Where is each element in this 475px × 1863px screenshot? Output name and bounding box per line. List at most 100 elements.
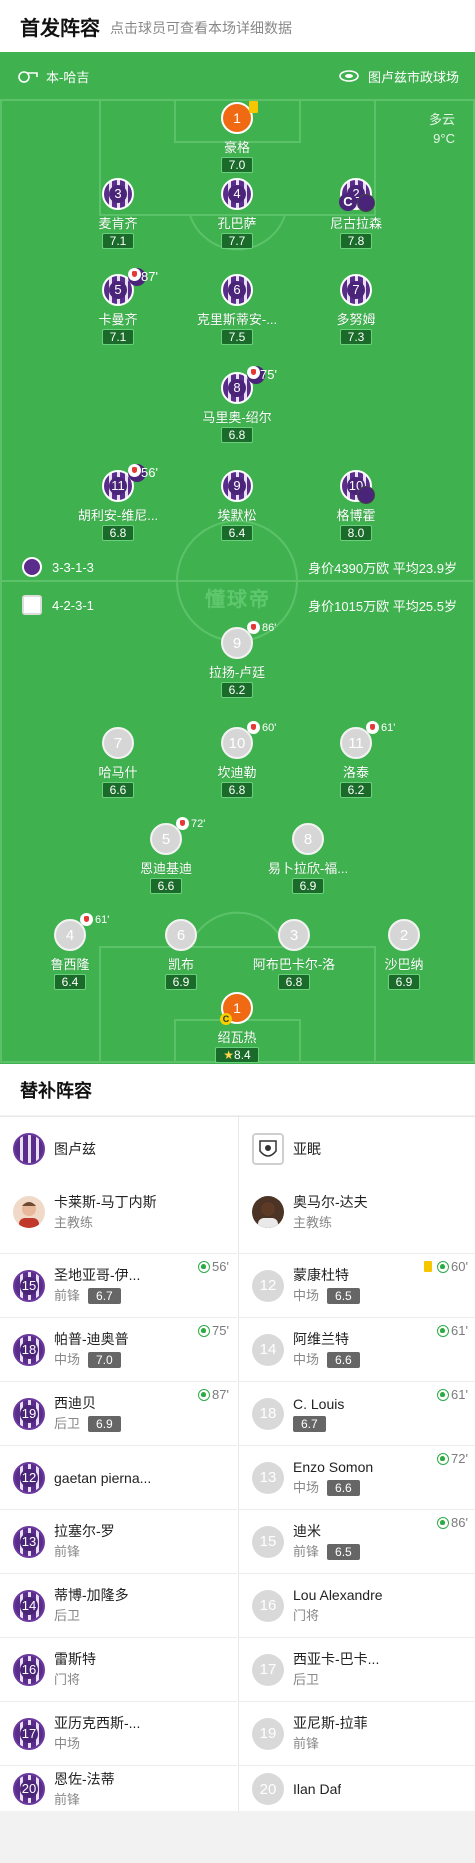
- player-name: 恩佐-法蒂: [54, 1770, 115, 1787]
- temperature: 9°C: [433, 131, 455, 146]
- player-home-mid[interactable]: 5 87' 卡曼齐 7.1: [53, 268, 183, 346]
- player-rating: 6.9: [291, 878, 325, 894]
- coach-label: 本-哈吉: [46, 69, 90, 85]
- player-home-fw[interactable]: 11 56' 胡利安-维尼... 6.8: [53, 464, 183, 542]
- player-shirt: 4 61': [54, 913, 109, 951]
- lineup-header: 首发阵容 点击球员可查看本场详细数据: [0, 0, 475, 52]
- player-away-dm[interactable]: 8 易卜拉欣-福... 6.9: [243, 823, 373, 895]
- coach-name: 卡莱斯-马丁内斯: [54, 1193, 157, 1210]
- player-shirt: 11 61': [340, 721, 395, 759]
- player-away-fw[interactable]: 9 86' 拉扬-卢廷 6.2: [172, 621, 302, 699]
- coach-name: 奥马尔-达夫: [293, 1193, 368, 1210]
- player-shirt: 13: [13, 1525, 45, 1558]
- bench-title: 替补阵容: [0, 1064, 475, 1115]
- player-shirt: 17: [13, 1717, 45, 1750]
- player-home-am[interactable]: 8 75' 马里奥-绍尔 6.8: [172, 366, 302, 444]
- player-home-fw[interactable]: 9 埃默松 6.4: [172, 470, 302, 542]
- player-name: 恩迪基迪: [139, 861, 192, 876]
- player-home-mid[interactable]: 6 克里斯蒂安-... 7.5: [172, 274, 302, 346]
- player-home-gk[interactable]: 1 豪格 7.0: [172, 101, 302, 174]
- player-rating: 7.1: [101, 233, 135, 249]
- player-name: Enzo Somon: [293, 1459, 374, 1475]
- bench-player-row[interactable]: 18 C. Louis 6.7 61': [239, 1382, 475, 1445]
- player-position: 后卫: [293, 1672, 320, 1687]
- bench-player-row[interactable]: 16 雷斯特 门将: [0, 1638, 237, 1701]
- player-home-def[interactable]: 3 麦肯齐 7.1: [53, 178, 183, 250]
- player-name: 蒂博-加隆多: [54, 1587, 129, 1603]
- player-home-def[interactable]: 4 孔巴萨 7.7: [172, 178, 302, 250]
- player-position: 前锋: [293, 1544, 320, 1559]
- player-home-fw[interactable]: 10 格博霍 8.0: [291, 470, 421, 542]
- sub-in-icon: [198, 1324, 211, 1337]
- player-away-am[interactable]: 11 61' 洛泰 6.2: [291, 721, 421, 799]
- bench-player-row[interactable]: 18 帕普-迪奥普 中场 7.0 75': [0, 1318, 237, 1381]
- player-home-def[interactable]: 2C 尼古拉森 7.8: [291, 178, 421, 250]
- player-rating: 6.6: [101, 782, 135, 798]
- lineup-subtitle: 点击球员可查看本场详细数据: [110, 19, 292, 36]
- player-away-dm[interactable]: 5 72' 恩迪基迪 6.6: [101, 817, 231, 895]
- weather-info: 多云 9°C: [429, 110, 455, 148]
- player-position: 前锋: [54, 1791, 81, 1807]
- player-shirt: 6: [165, 919, 197, 951]
- player-shirt: 8 75': [221, 366, 277, 404]
- bench-player-row[interactable]: 13 拉塞尔-罗 前锋: [0, 1510, 237, 1573]
- weather-text: 多云: [428, 112, 455, 127]
- captain-icon: C: [339, 193, 357, 211]
- player-shirt: 5 87': [102, 268, 158, 306]
- bench-player-row[interactable]: 12 蒙康杜特 中场 6.5 60': [239, 1254, 475, 1317]
- player-shirt: 10: [340, 470, 375, 504]
- player-rating: 6.7: [293, 1416, 326, 1432]
- player-shirt: 14: [13, 1589, 45, 1622]
- bench-player-row[interactable]: 20 恩佐-法蒂 前锋: [0, 1766, 237, 1812]
- player-shirt: 12: [252, 1269, 284, 1302]
- bench-player-row[interactable]: 17 西亚卡-巴卡... 后卫: [239, 1638, 475, 1701]
- bench-player-row[interactable]: 14 阿维兰特 中场 6.6 61': [239, 1318, 475, 1381]
- bench-player-row[interactable]: 15 圣地亚哥-伊... 前锋 6.7 56': [0, 1254, 237, 1317]
- sub-out-icon: [80, 913, 93, 926]
- coach-row[interactable]: 奥马尔-达夫 主教练: [239, 1187, 475, 1237]
- bench-team-header: 图卢兹: [0, 1131, 237, 1167]
- player-shirt: 11 56': [102, 464, 158, 502]
- page-footer: [0, 1811, 475, 1863]
- sub-in-badge: 56': [198, 1259, 229, 1274]
- player-away-am[interactable]: 10 60' 坎迪勒 6.8: [172, 721, 302, 799]
- player-position: 前锋: [293, 1736, 320, 1751]
- bench-player-row[interactable]: 12 gaetan pierna...: [0, 1446, 237, 1509]
- player-away-def[interactable]: 6 凯布 6.9: [116, 919, 246, 991]
- player-shirt: 6: [221, 274, 253, 306]
- sub-out-icon: [366, 721, 379, 734]
- bench-player-row[interactable]: 15 迪米 前锋 6.5 86': [239, 1510, 475, 1573]
- player-name: 豪格: [223, 140, 250, 155]
- sub-out-badge: 60': [247, 721, 276, 734]
- bench-player-row[interactable]: 20 Ilan Daf: [239, 1766, 475, 1812]
- bench-player-row[interactable]: 19 亚尼斯-拉菲 前锋: [239, 1702, 475, 1765]
- player-away-am[interactable]: 7 哈马什 6.6: [53, 727, 183, 799]
- player-shirt: 20: [252, 1773, 284, 1805]
- bench-player-row[interactable]: 16 Lou Alexandre 门将: [239, 1574, 475, 1637]
- yellow-card-icon: [424, 1261, 433, 1272]
- player-name: 马里奥-绍尔: [202, 410, 272, 425]
- pitch-top-bar: 本-哈吉 图卢兹市政球场: [0, 52, 475, 100]
- player-shirt: 2C: [339, 178, 375, 212]
- bench-player-row[interactable]: 14 蒂博-加隆多 后卫: [0, 1574, 237, 1637]
- player-shirt: 3: [278, 919, 310, 951]
- player-shirt: 9: [221, 470, 253, 502]
- bench-player-row[interactable]: 19 西迪贝 后卫 6.9 87': [0, 1382, 237, 1445]
- player-shirt: 19: [252, 1717, 284, 1750]
- player-rating: 6.5: [327, 1544, 360, 1560]
- sub-in-badge: 60': [424, 1259, 468, 1274]
- bench-player-row[interactable]: 17 亚历克西斯-... 中场: [0, 1702, 237, 1765]
- player-position: 中场: [54, 1352, 81, 1367]
- player-name: 洛泰: [342, 765, 369, 780]
- player-rating: 6.8: [277, 974, 311, 990]
- player-name: 帕普-迪奥普: [54, 1331, 129, 1347]
- coach-row[interactable]: 卡莱斯-马丁内斯 主教练: [0, 1187, 237, 1237]
- player-away-def[interactable]: 2 沙巴纳 6.9: [339, 919, 469, 991]
- player-rating: 6.4: [53, 974, 87, 990]
- player-shirt: 10 60': [221, 721, 276, 759]
- player-position: 中场: [293, 1480, 320, 1495]
- player-home-mid[interactable]: 7 多努姆 7.3: [291, 274, 421, 346]
- player-away-gk[interactable]: 1C 绍瓦热 ★8.4: [172, 992, 302, 1064]
- bench-player-row[interactable]: 13 Enzo Somon 中场 6.6 72': [239, 1446, 475, 1509]
- coach-role: 主教练: [293, 1214, 333, 1230]
